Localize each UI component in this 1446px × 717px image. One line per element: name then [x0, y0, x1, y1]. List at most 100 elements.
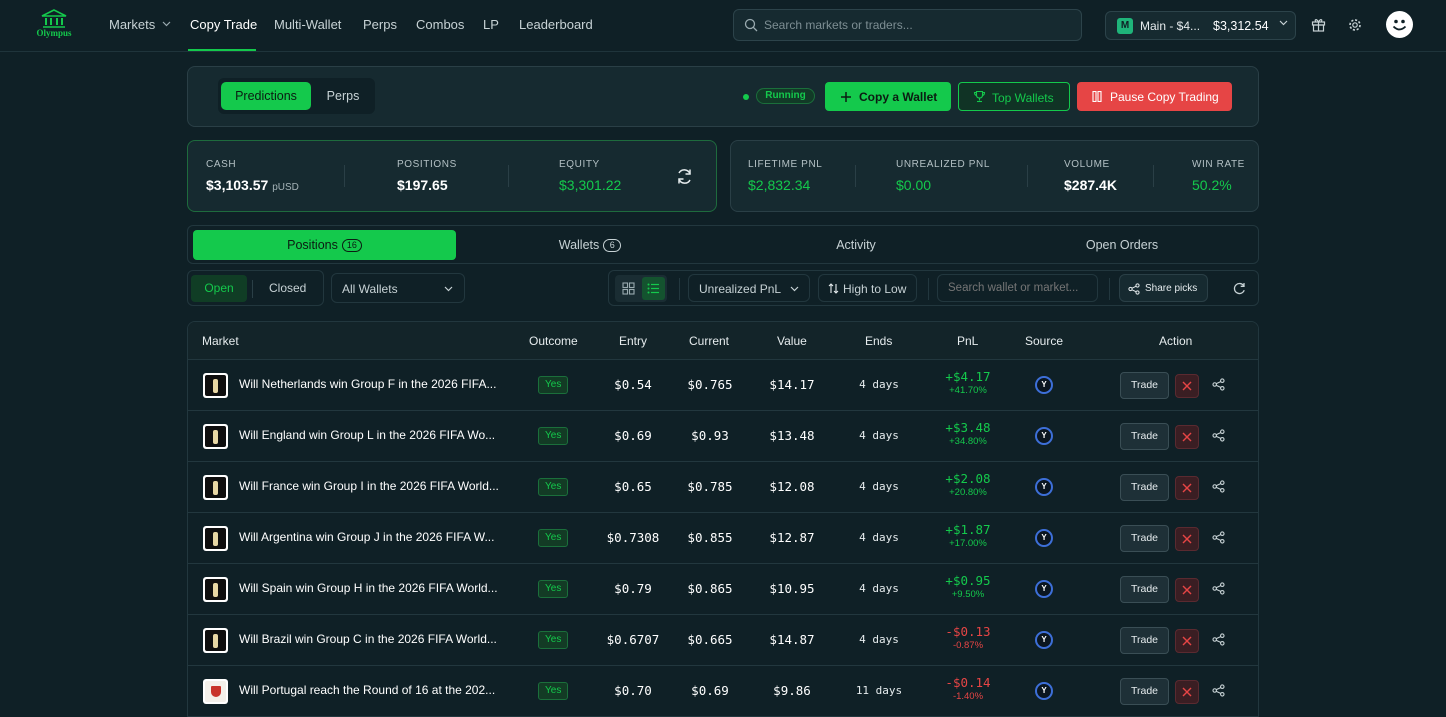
list-view-button[interactable] — [642, 277, 665, 300]
nav-leaderboard[interactable]: Leaderboard — [519, 17, 593, 32]
trade-button[interactable]: Trade — [1120, 576, 1169, 603]
trade-button[interactable]: Trade — [1120, 678, 1169, 705]
tab-predictions[interactable]: Predictions — [221, 82, 311, 110]
account-badge: M — [1117, 18, 1133, 34]
market-title[interactable]: Will England win Group L in the 2026 FIF… — [239, 428, 504, 442]
trade-button[interactable]: Trade — [1120, 627, 1169, 654]
copy-wallet-button[interactable]: Copy a Wallet — [825, 82, 951, 111]
avatar[interactable] — [1386, 11, 1413, 38]
close-position-button[interactable] — [1175, 425, 1199, 449]
market-title[interactable]: Will France win Group I in the 2026 FIFA… — [239, 479, 504, 493]
volume-value: $287.4K — [1064, 177, 1117, 193]
tab-activity[interactable]: Activity — [724, 230, 988, 260]
trade-button[interactable]: Trade — [1120, 372, 1169, 399]
table-row[interactable]: Will Netherlands win Group F in the 2026… — [188, 360, 1258, 411]
sort-field-select[interactable]: Unrealized PnL — [688, 274, 810, 302]
sort-arrows-icon — [828, 283, 839, 294]
filter-closed[interactable]: Closed — [269, 281, 306, 295]
close-position-button[interactable] — [1175, 527, 1199, 551]
nav-multi-wallet[interactable]: Multi-Wallet — [274, 17, 341, 32]
tab-positions[interactable]: Positions 16 — [193, 230, 456, 260]
search-input[interactable] — [764, 10, 1074, 40]
share-icon[interactable] — [1212, 633, 1225, 646]
trade-button[interactable]: Trade — [1120, 423, 1169, 450]
column-pnl[interactable]: PnL — [957, 334, 978, 348]
close-position-button[interactable] — [1175, 629, 1199, 653]
column-ends[interactable]: Ends — [865, 334, 892, 348]
column-current[interactable]: Current — [689, 334, 729, 348]
pnl-percent: +9.50% — [951, 589, 985, 600]
market-title[interactable]: Will Brazil win Group C in the 2026 FIFA… — [239, 632, 504, 646]
share-icon[interactable] — [1212, 531, 1225, 544]
market-title[interactable]: Will Portugal reach the Round of 16 at t… — [239, 683, 504, 697]
source-wallet-icon[interactable]: Y — [1035, 580, 1053, 598]
source-wallet-icon[interactable]: Y — [1035, 631, 1053, 649]
close-position-button[interactable] — [1175, 578, 1199, 602]
tab-perps[interactable]: Perps — [315, 82, 371, 110]
table-row[interactable]: Will England win Group L in the 2026 FIF… — [188, 411, 1258, 462]
position-search[interactable] — [937, 274, 1098, 302]
share-picks-button[interactable]: Share picks — [1119, 274, 1208, 302]
position-value: $12.87 — [769, 530, 815, 545]
source-wallet-icon[interactable]: Y — [1035, 376, 1053, 394]
column-value[interactable]: Value — [777, 334, 807, 348]
table-row[interactable]: Will Portugal reach the Round of 16 at t… — [188, 666, 1258, 717]
column-outcome[interactable]: Outcome — [529, 334, 578, 348]
market-title[interactable]: Will Spain win Group H in the 2026 FIFA … — [239, 581, 504, 595]
tab-wallets-label: Wallets — [558, 238, 600, 252]
market-title[interactable]: Will Netherlands win Group F in the 2026… — [239, 377, 504, 391]
trade-button[interactable]: Trade — [1120, 525, 1169, 552]
column-market[interactable]: Market — [202, 334, 239, 348]
close-position-button[interactable] — [1175, 374, 1199, 398]
temple-icon — [41, 9, 67, 28]
copy-wallet-label: Copy a Wallet — [859, 90, 938, 104]
sort-order-button[interactable]: High to Low — [818, 274, 917, 302]
share-icon[interactable] — [1212, 684, 1225, 697]
brand-name: Olympus — [36, 28, 72, 38]
table-row[interactable]: Will Brazil win Group C in the 2026 FIFA… — [188, 615, 1258, 666]
trade-button[interactable]: Trade — [1120, 474, 1169, 501]
reload-icon[interactable] — [1233, 282, 1246, 295]
nav-lp[interactable]: LP — [483, 17, 499, 32]
share-icon[interactable] — [1212, 429, 1225, 442]
close-position-button[interactable] — [1175, 680, 1199, 704]
entry-price: $0.69 — [614, 428, 652, 443]
close-position-button[interactable] — [1175, 476, 1199, 500]
gear-icon[interactable] — [1348, 18, 1362, 32]
position-search-input[interactable] — [948, 275, 1093, 301]
tab-open-orders[interactable]: Open Orders — [990, 230, 1254, 260]
market-title[interactable]: Will Argentina win Group J in the 2026 F… — [239, 530, 504, 544]
source-wallet-icon[interactable]: Y — [1035, 529, 1053, 547]
share-icon — [1128, 283, 1140, 295]
source-wallet-icon[interactable]: Y — [1035, 478, 1053, 496]
pause-icon — [1092, 91, 1102, 102]
column-entry[interactable]: Entry — [619, 334, 647, 348]
nav-perps[interactable]: Perps — [363, 17, 397, 32]
table-row[interactable]: Will Argentina win Group J in the 2026 F… — [188, 513, 1258, 564]
account-switcher[interactable]: M Main - $4... $3,312.54 — [1105, 11, 1296, 40]
source-wallet-icon[interactable]: Y — [1035, 682, 1053, 700]
wallet-select[interactable]: All Wallets — [331, 273, 465, 303]
olympus-logo[interactable]: Olympus — [30, 9, 78, 41]
table-row[interactable]: Will Spain win Group H in the 2026 FIFA … — [188, 564, 1258, 615]
source-wallet-icon[interactable]: Y — [1035, 427, 1053, 445]
nav-combos[interactable]: Combos — [416, 17, 464, 32]
tab-wallets[interactable]: Wallets 6 — [458, 230, 722, 260]
pause-copy-trading-button[interactable]: Pause Copy Trading — [1077, 82, 1232, 111]
nav-copy-trade[interactable]: Copy Trade — [190, 17, 257, 32]
top-wallets-button[interactable]: Top Wallets — [958, 82, 1070, 111]
global-search[interactable] — [733, 9, 1082, 41]
share-icon[interactable] — [1212, 582, 1225, 595]
entry-price: $0.6707 — [606, 632, 660, 647]
share-icon[interactable] — [1212, 480, 1225, 493]
pnl-cell: +$2.08 +20.80% — [928, 471, 1008, 499]
filter-open[interactable]: Open — [191, 275, 247, 302]
grid-view-icon[interactable] — [622, 282, 635, 295]
share-icon[interactable] — [1212, 378, 1225, 391]
nav-markets[interactable]: Markets — [109, 17, 171, 32]
refresh-icon[interactable] — [676, 168, 693, 185]
gift-icon[interactable] — [1311, 17, 1326, 32]
ends-in: 4 days — [859, 531, 899, 544]
table-row[interactable]: Will France win Group I in the 2026 FIFA… — [188, 462, 1258, 513]
column-source[interactable]: Source — [1025, 334, 1063, 348]
